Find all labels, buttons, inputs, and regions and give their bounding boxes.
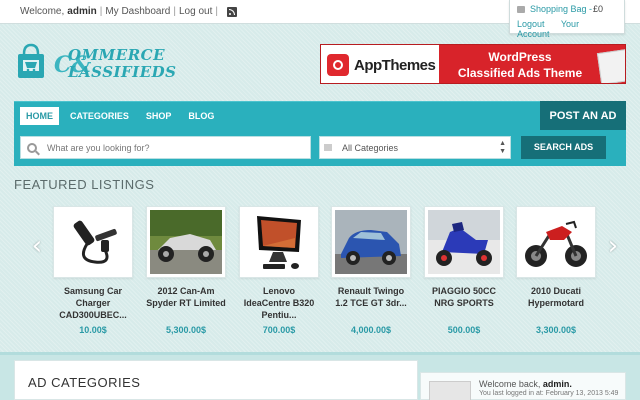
separator: | (215, 6, 218, 17)
listing-price: 5,300.00$ (165, 325, 207, 335)
site-logo[interactable]: C& OMMERCE LASSIFIEDS (54, 44, 176, 84)
nav-home[interactable]: HOME (20, 107, 59, 125)
car-image (335, 210, 407, 274)
listing-price: 10.00$ (79, 325, 107, 335)
separator: | (99, 6, 103, 17)
rss-icon[interactable] (226, 6, 237, 17)
shopping-bag-link[interactable]: Shopping Bag - £0 (517, 4, 603, 14)
listing-price: 700.00$ (262, 325, 296, 335)
listing-thumbnail[interactable] (239, 206, 319, 278)
welcome-back-prefix: Welcome back, (479, 379, 541, 389)
welcome-text: Welcome, (20, 6, 65, 17)
listing-thumbnail[interactable] (146, 206, 226, 278)
main-nav: HOME CATEGORIES SHOP BLOG POST AN AD (14, 101, 626, 131)
ad-categories-panel: AD CATEGORIES (14, 360, 418, 400)
listing-price: 3,300.00$ (535, 325, 577, 335)
welcome-back-username[interactable]: admin. (543, 379, 572, 389)
spyder-image (150, 210, 222, 274)
listing-card[interactable]: Samsung Car Charger CAD300UBEC... 10.00$ (53, 206, 133, 335)
search-icon (27, 142, 37, 153)
shopping-bag-amount: £0 (593, 4, 604, 14)
search-ads-button[interactable]: SEARCH ADS (521, 136, 606, 159)
listing-card[interactable]: 2012 Can-Am Spyder RT Limited 5,300.00$ (146, 206, 226, 335)
banner-screenshot-image (596, 49, 625, 83)
car-charger-image (57, 210, 129, 274)
shopping-bag-label: Shopping Bag - (530, 4, 593, 14)
ad-categories-title: AD CATEGORIES (28, 375, 141, 390)
category-icon (324, 144, 332, 151)
listing-card[interactable]: Renault Twingo 1.2 TCE GT 3dr... 4,000.00… (331, 206, 411, 335)
carousel-prev-icon[interactable]: ‹ (27, 232, 47, 260)
listing-thumbnail[interactable] (424, 206, 504, 278)
avatar[interactable] (429, 381, 471, 400)
search-bar: What are you looking for? All Categories… (14, 130, 626, 166)
appthemes-banner[interactable]: AppThemes WordPress Classified Ads Theme (320, 44, 626, 84)
listing-card[interactable]: 2010 Ducati Hypermotard 3,300.00$ (516, 206, 596, 335)
welcome-back-box: Welcome back, admin. You last logged in … (420, 372, 626, 400)
banner-title-line-2: Classified Ads Theme (457, 66, 583, 80)
listing-title[interactable]: Samsung Car Charger CAD300UBEC... (53, 285, 133, 321)
listing-title[interactable]: 2012 Can-Am Spyder RT Limited (146, 285, 226, 321)
listing-title[interactable]: PIAGGIO 50CC NRG SPORTS (424, 285, 504, 321)
listing-title[interactable]: Renault Twingo 1.2 TCE GT 3dr... (331, 285, 411, 321)
category-select-value: All Categories (342, 143, 399, 153)
listing-price: 4,000.00$ (350, 325, 392, 335)
listing-thumbnail[interactable] (516, 206, 596, 278)
listing-thumbnail[interactable] (53, 206, 133, 278)
banner-title-line-1: WordPress (488, 50, 552, 64)
separator: | (173, 6, 176, 17)
post-an-ad-button[interactable]: POST AN AD (540, 101, 626, 131)
logo-line-1: OMMERCE (68, 46, 166, 64)
banner-title: WordPress Classified Ads Theme (445, 49, 595, 81)
listing-title[interactable]: Lenovo IdeaCentre B320 Pentiu... (239, 285, 319, 321)
user-links: Welcome, admin | My Dashboard | Log out … (20, 6, 237, 17)
search-input[interactable]: What are you looking for? (20, 136, 311, 159)
category-select[interactable]: All Categories ▲ ▼ (319, 136, 511, 159)
cart-logout-link[interactable]: Logout (517, 19, 545, 29)
motorbike-image (520, 210, 592, 274)
appthemes-logo-icon (327, 54, 349, 76)
account-links: Logout Your Account (517, 19, 624, 39)
featured-listings-title: FEATURED LISTINGS (14, 177, 155, 192)
listing-card[interactable]: PIAGGIO 50CC NRG SPORTS 500.00$ (424, 206, 504, 335)
logo-line-2: LASSIFIEDS (68, 63, 177, 81)
username: admin (67, 6, 97, 17)
nav-blog[interactable]: BLOG (182, 107, 220, 125)
listing-thumbnail[interactable] (331, 206, 411, 278)
shopping-bag-box: Shopping Bag - £0 Logout Your Account (509, 0, 625, 39)
shopping-bag-logo-icon[interactable] (16, 42, 46, 80)
welcome-back-text: Welcome back, admin. (479, 379, 572, 389)
scooter-image (428, 210, 500, 274)
nav-shop[interactable]: SHOP (140, 107, 178, 125)
dashboard-link[interactable]: My Dashboard (105, 6, 170, 17)
last-login-text: You last logged in at: February 13, 2013… (479, 390, 619, 397)
nav-categories[interactable]: CATEGORIES (64, 107, 135, 125)
banner-brand-area: AppThemes (321, 45, 439, 83)
select-arrows-icon: ▲ ▼ (499, 140, 506, 155)
search-placeholder: What are you looking for? (47, 142, 150, 153)
logout-link[interactable]: Log out (179, 6, 212, 17)
cart-icon (517, 5, 525, 13)
carousel-next-icon[interactable]: › (603, 232, 623, 260)
listing-title[interactable]: 2010 Ducati Hypermotard (516, 285, 596, 321)
listing-price: 500.00$ (447, 325, 481, 335)
nav-items: HOME CATEGORIES SHOP BLOG (20, 107, 225, 125)
computer-image (243, 210, 315, 274)
banner-brand: AppThemes (354, 56, 436, 74)
listing-card[interactable]: Lenovo IdeaCentre B320 Pentiu... 700.00$ (239, 206, 319, 335)
